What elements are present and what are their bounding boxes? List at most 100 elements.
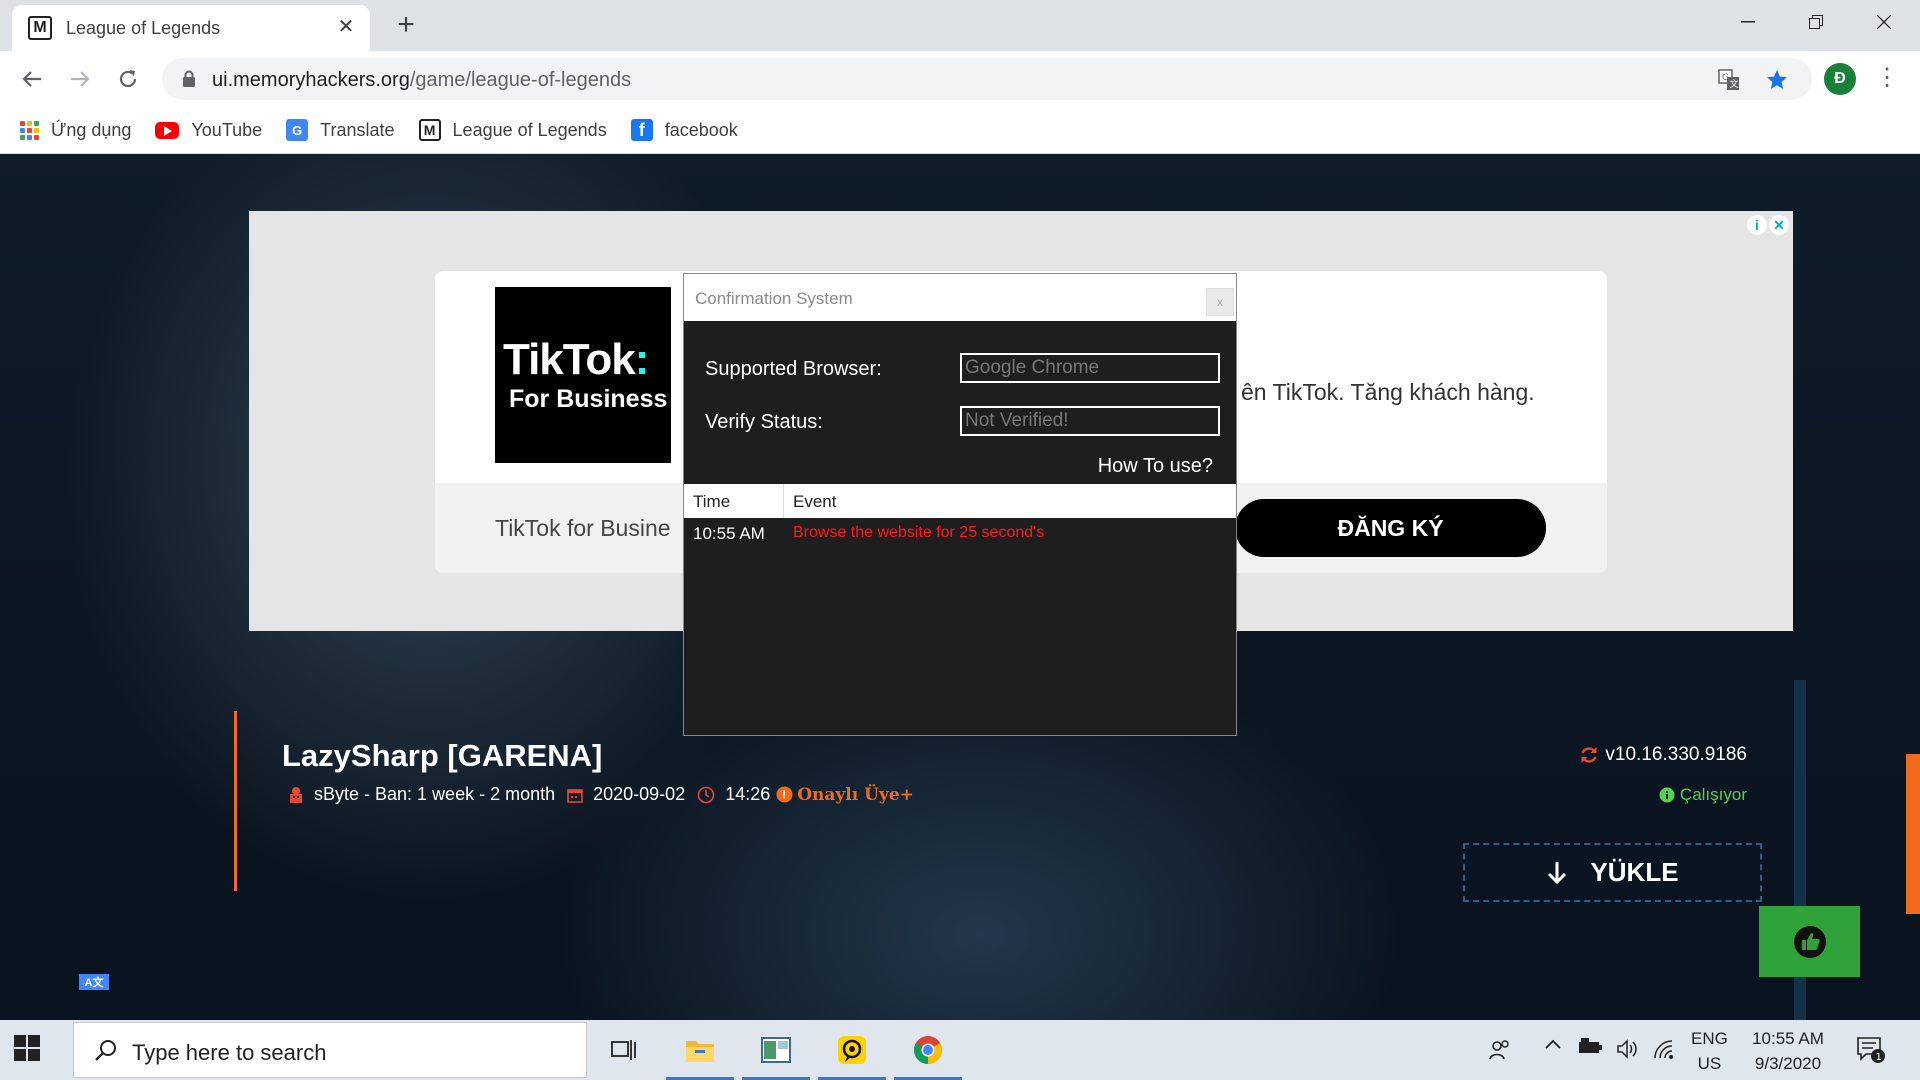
app-window-icon — [761, 1037, 791, 1063]
clock-icon — [697, 786, 715, 804]
translate-page-icon[interactable]: G文 — [1716, 67, 1742, 93]
product-meta: sByte - Ban: 1 week - 2 month 2020-09-02… — [288, 784, 914, 805]
svg-text:1: 1 — [1876, 1052, 1882, 1063]
app-window-button[interactable] — [740, 1020, 812, 1080]
memoryhackers-icon: M — [418, 119, 441, 141]
verified-member-badge: Onaylı Üye+ — [797, 784, 914, 805]
lock-icon — [183, 70, 195, 87]
version-text: v10.16.330.9186 — [1605, 744, 1747, 765]
tab-title: League of Legends — [66, 17, 221, 38]
people-icon[interactable] — [1488, 1038, 1512, 1062]
back-arrow-icon — [22, 71, 41, 87]
volume-icon[interactable] — [1616, 1038, 1640, 1060]
address-bar[interactable]: ui.memoryhackers.org/game/league-of-lege… — [162, 58, 1812, 100]
google-translate-icon: G — [286, 119, 309, 141]
file-explorer-button[interactable] — [664, 1020, 736, 1080]
translate-widget-icon[interactable]: A文 — [79, 974, 109, 990]
wifi-icon[interactable] — [1652, 1038, 1676, 1060]
ad-signup-button[interactable]: ĐĂNG KÝ — [1235, 499, 1546, 557]
ad-close-icon[interactable]: ✕ — [1769, 215, 1789, 235]
windows-taskbar: Type here to search ENG US 10:55 AM 9/3/… — [0, 1020, 1920, 1080]
tiktok-logo: TikTok: For Business — [495, 287, 671, 463]
chrome-menu-icon[interactable]: ⋮ — [1872, 65, 1902, 95]
author-icon — [288, 786, 304, 804]
facebook-icon: f — [630, 119, 653, 141]
browser-toolbar: ui.memoryhackers.org/game/league-of-lege… — [0, 51, 1920, 107]
ad-body-text: ên TikTok. Tăng khách hàng. — [1241, 379, 1535, 405]
svg-text:文: 文 — [1730, 78, 1739, 90]
bookmark-translate[interactable]: G Translate — [286, 119, 395, 141]
search-placeholder: Type here to search — [132, 1040, 327, 1065]
tab-close-icon[interactable]: ✕ — [334, 15, 358, 39]
restore-button[interactable] — [1788, 0, 1844, 44]
verified-member-icon: ! — [776, 786, 793, 803]
folder-icon — [686, 1041, 714, 1062]
bookmark-facebook[interactable]: f facebook — [630, 119, 738, 141]
product-title: LazySharp [GARENA] — [282, 738, 603, 773]
version-info: v10.16.330.9186 — [1579, 744, 1747, 766]
input-language-indicator[interactable]: ENG US — [1691, 1026, 1728, 1076]
verify-status-field: Not Verified! — [960, 406, 1220, 436]
reload-button[interactable] — [110, 61, 146, 97]
task-view-icon — [611, 1040, 636, 1060]
calendar-icon — [567, 787, 583, 803]
bookmark-youtube[interactable]: YouTube — [155, 120, 262, 141]
task-view-button[interactable] — [588, 1020, 660, 1080]
forward-arrow-icon — [71, 71, 90, 87]
confirmation-dialog: Confirmation System x Supported Browser:… — [683, 273, 1237, 736]
supported-browser-field: Google Chrome — [960, 353, 1220, 383]
author-text: sByte - Ban: 1 week - 2 month — [314, 784, 556, 804]
bookmark-star-icon[interactable] — [1764, 67, 1790, 93]
youtube-icon — [155, 121, 180, 139]
verify-status-label: Verify Status: — [705, 411, 823, 433]
dialog-titlebar: Confirmation System x — [684, 274, 1236, 321]
supported-browser-label: Supported Browser: — [705, 358, 882, 380]
event-log-header: Time Event — [684, 484, 1236, 518]
chrome-taskbar-button[interactable] — [892, 1020, 964, 1080]
windows-logo-icon — [14, 1035, 40, 1061]
svg-text:!: ! — [782, 789, 787, 802]
ad-info-icon[interactable]: i — [1747, 215, 1767, 235]
close-window-button[interactable] — [1856, 0, 1912, 44]
publish-time: 14:26 — [725, 784, 771, 804]
forward-button[interactable] — [62, 61, 98, 97]
download-button[interactable]: YÜKLE — [1463, 843, 1762, 902]
how-to-use-link[interactable]: How To use? — [1098, 455, 1213, 478]
profile-avatar[interactable]: Đ — [1824, 63, 1856, 95]
restore-icon — [1809, 15, 1823, 29]
side-accent-strip — [1906, 754, 1920, 914]
start-button[interactable] — [14, 1035, 40, 1066]
url-text[interactable]: ui.memoryhackers.org/game/league-of-lege… — [212, 69, 631, 92]
dialog-title: Confirmation System — [695, 289, 853, 308]
back-button[interactable] — [14, 61, 50, 97]
bookmark-apps[interactable]: Ứng dụng — [20, 120, 131, 141]
thumbs-up-icon — [1793, 925, 1826, 958]
apps-grid-icon — [20, 120, 39, 140]
ad-choices[interactable]: i ✕ — [1747, 215, 1789, 235]
show-hidden-icons-chevron-icon[interactable] — [1544, 1038, 1562, 1050]
battery-icon[interactable] — [1578, 1038, 1604, 1056]
download-arrow-icon — [1546, 861, 1568, 885]
close-icon — [1877, 15, 1891, 29]
publish-date: 2020-09-02 — [593, 784, 686, 804]
column-time[interactable]: Time — [693, 492, 730, 512]
bookmark-league-of-legends[interactable]: M League of Legends — [418, 119, 607, 141]
tab-strip: M League of Legends ✕ + — [0, 0, 1920, 51]
like-button[interactable] — [1759, 906, 1860, 977]
ad-brand-text: TikTok for Busine — [495, 515, 671, 541]
log-row-time: 10:55 AM — [693, 524, 765, 543]
tab-league-of-legends[interactable]: M League of Legends ✕ — [12, 5, 370, 51]
refresh-icon — [1579, 745, 1599, 765]
taskbar-search-box[interactable]: Type here to search — [73, 1022, 587, 1078]
system-clock[interactable]: 10:55 AM 9/3/2020 — [1744, 1026, 1832, 1076]
minimize-button[interactable] — [1720, 0, 1776, 44]
chat-app-icon — [838, 1036, 866, 1064]
new-tab-button[interactable]: + — [390, 10, 422, 42]
reload-icon — [119, 70, 137, 88]
action-center-icon[interactable]: 1 — [1856, 1036, 1886, 1064]
dialog-close-button[interactable]: x — [1206, 288, 1234, 316]
column-event[interactable]: Event — [793, 492, 836, 512]
messenger-app-button[interactable] — [816, 1020, 888, 1080]
section-accent-bar — [234, 711, 237, 891]
status-indicator: Çalışıyor — [1659, 785, 1747, 805]
